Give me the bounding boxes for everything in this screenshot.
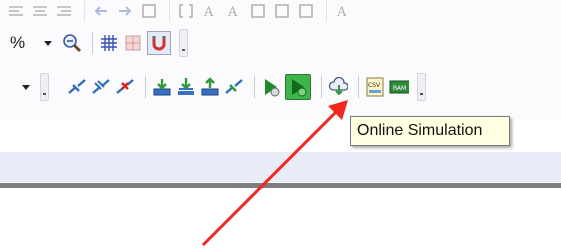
separator — [326, 0, 327, 22]
align-icon[interactable] — [54, 1, 74, 21]
download-all-icon[interactable] — [176, 77, 196, 97]
separator — [169, 0, 170, 22]
frame-icon[interactable] — [248, 1, 268, 21]
separator — [84, 0, 85, 22]
separator — [358, 76, 359, 98]
svg-text:CSV: CSV — [368, 82, 381, 89]
separator — [145, 76, 146, 98]
svg-text:A: A — [227, 5, 238, 19]
online-simulation-icon — [292, 79, 307, 97]
toolbar-grip[interactable] — [179, 29, 188, 57]
chevron-down-icon[interactable] — [44, 40, 52, 46]
align-icon[interactable] — [30, 1, 50, 21]
cloud-download-icon[interactable] — [328, 77, 348, 97]
align-icon[interactable] — [6, 1, 26, 21]
panel-header-strip — [0, 152, 561, 182]
separator — [92, 32, 93, 54]
download-icon[interactable] — [152, 77, 172, 97]
zoom-out-icon[interactable] — [62, 33, 82, 53]
separator — [321, 76, 322, 98]
arrow-left-icon[interactable] — [91, 1, 111, 21]
text-icon[interactable]: A — [200, 1, 220, 21]
connect-icon[interactable] — [67, 77, 87, 97]
disconnect-icon[interactable] — [115, 77, 135, 97]
svg-text:A: A — [336, 5, 347, 19]
csv-icon[interactable]: CSV — [365, 77, 385, 97]
grid-icon[interactable] — [99, 33, 119, 53]
toolbar-row-format: A A A — [0, 0, 357, 22]
toolbar-row-online: CSV RAM — [0, 66, 426, 108]
toolbar-grip[interactable] — [417, 73, 426, 101]
svg-text:RAM: RAM — [393, 85, 406, 92]
separator — [254, 76, 255, 98]
frame-icon[interactable] — [272, 1, 292, 21]
snap-icon[interactable] — [123, 33, 143, 53]
connect-icon[interactable] — [224, 77, 244, 97]
ram-icon[interactable]: RAM — [389, 77, 409, 97]
svg-text:A: A — [203, 5, 214, 19]
simulation-icon[interactable] — [261, 77, 281, 97]
zoom-value[interactable]: % — [10, 33, 44, 53]
tooltip: Online Simulation — [350, 116, 510, 146]
chevron-down-icon[interactable] — [22, 84, 30, 90]
arrow-right-icon[interactable] — [115, 1, 135, 21]
text-icon[interactable]: A — [333, 1, 353, 21]
toolbar-grip[interactable] — [40, 73, 49, 101]
online-simulation-button[interactable] — [285, 74, 311, 100]
toolbar-area: A A A % CSV RAM — [0, 0, 561, 120]
panel-divider — [0, 183, 561, 188]
text-icon[interactable]: A — [224, 1, 244, 21]
toolbar-row-view: % — [0, 26, 188, 60]
frame-icon[interactable] — [296, 1, 316, 21]
bracket-icon[interactable] — [176, 1, 196, 21]
upload-icon[interactable] — [200, 77, 220, 97]
frame-icon[interactable] — [139, 1, 159, 21]
magnet-icon[interactable] — [147, 31, 171, 55]
connect-all-icon[interactable] — [91, 77, 111, 97]
